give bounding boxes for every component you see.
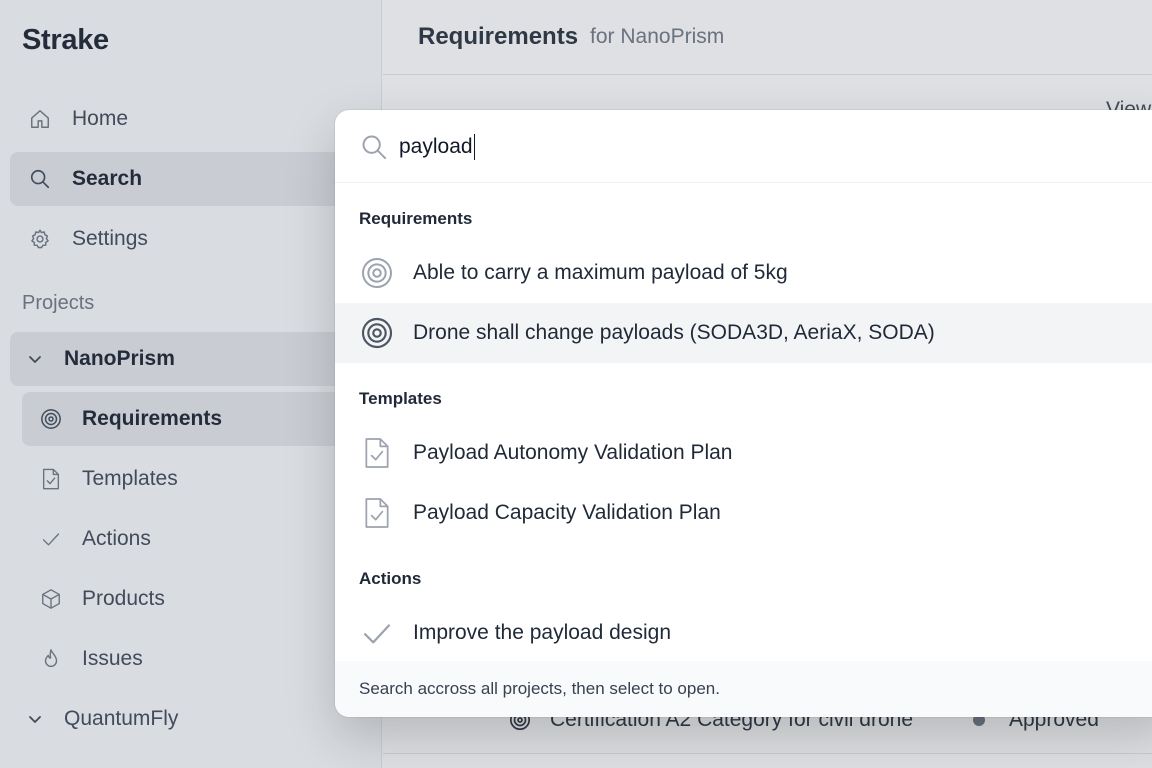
search-icon bbox=[360, 133, 388, 166]
group-heading-requirements: Requirements bbox=[359, 209, 473, 228]
search-bar bbox=[335, 110, 1152, 183]
result-item-active[interactable]: Drone shall change payloads (SODA3D, Aer… bbox=[335, 303, 1152, 363]
search-input[interactable] bbox=[399, 130, 1099, 164]
result-label: Payload Autonomy Validation Plan bbox=[413, 441, 733, 464]
group-heading-templates: Templates bbox=[359, 389, 442, 408]
result-item[interactable]: Payload Autonomy Validation Plan bbox=[335, 423, 1152, 483]
search-palette: Requirements Able to carry a maximum pay… bbox=[335, 110, 1152, 717]
result-item[interactable]: Payload Capacity Validation Plan bbox=[335, 483, 1152, 543]
result-label: Drone shall change payloads (SODA3D, Aer… bbox=[413, 321, 935, 344]
target-icon bbox=[361, 257, 393, 289]
document-check-icon bbox=[361, 437, 393, 469]
check-icon bbox=[361, 617, 393, 649]
footer-hint: Search accross all projects, then select… bbox=[359, 679, 720, 698]
document-check-icon bbox=[361, 497, 393, 529]
result-label: Improve the payload design bbox=[413, 621, 671, 644]
result-item[interactable]: Improve the payload design bbox=[335, 603, 1152, 663]
result-item[interactable]: Able to carry a maximum payload of 5kg bbox=[335, 243, 1152, 303]
result-label: Payload Capacity Validation Plan bbox=[413, 501, 721, 524]
result-label: Able to carry a maximum payload of 5kg bbox=[413, 261, 788, 284]
group-heading-actions: Actions bbox=[359, 569, 422, 588]
palette-footer: Search accross all projects, then select… bbox=[335, 661, 1152, 717]
text-caret bbox=[473, 134, 476, 160]
target-icon bbox=[361, 317, 393, 349]
